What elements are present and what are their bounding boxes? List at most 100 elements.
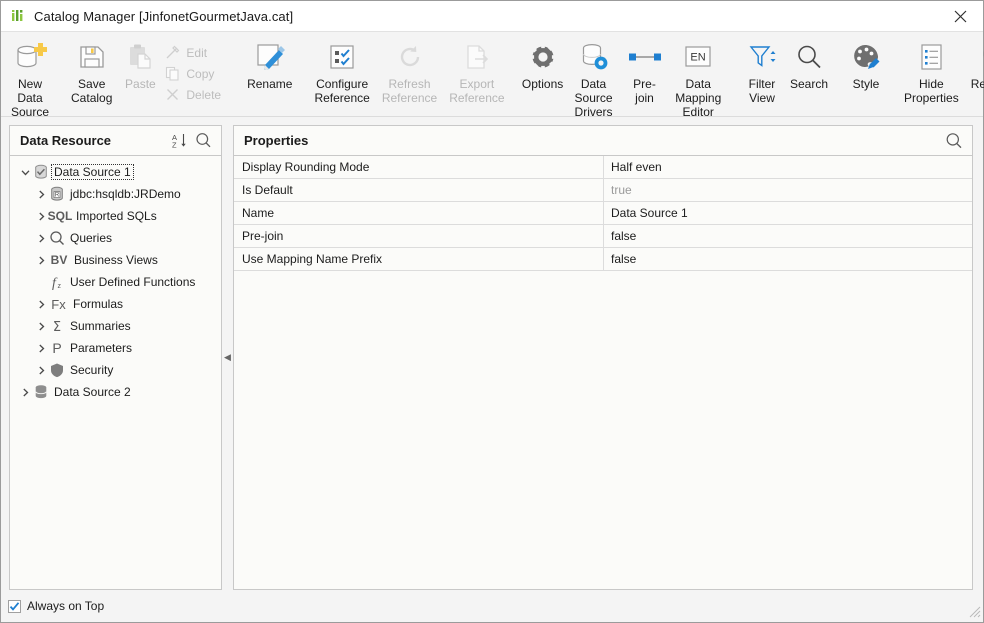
save-catalog-label: Save Catalog bbox=[71, 77, 112, 105]
filter-view-button[interactable]: Filter View bbox=[740, 32, 784, 105]
summary-sigma-icon: Σ bbox=[48, 317, 66, 335]
property-row[interactable]: Display Rounding Mode Half even bbox=[234, 156, 972, 179]
chevron-right-icon[interactable] bbox=[34, 234, 48, 243]
new-data-source-button[interactable]: New Data Source bbox=[5, 32, 55, 119]
toolbar-mini-actions: Edit Copy bbox=[162, 32, 231, 105]
tree-item-jdbc-connection[interactable]: R jdbc:hsqldb:JRDemo bbox=[10, 183, 221, 205]
search-icon[interactable] bbox=[191, 129, 215, 153]
export-reference-button: Export Reference bbox=[443, 32, 510, 105]
property-name: Pre-join bbox=[234, 225, 604, 247]
tree-item-data-source-1[interactable]: Data Source 1 bbox=[10, 161, 221, 183]
chevron-right-icon[interactable] bbox=[34, 190, 48, 199]
property-value[interactable]: Half even bbox=[604, 156, 972, 178]
tree-label: Summaries bbox=[70, 319, 131, 333]
formula-icon: Fx bbox=[48, 295, 69, 313]
close-button[interactable] bbox=[938, 1, 983, 31]
chevron-right-icon[interactable] bbox=[34, 322, 48, 331]
property-name: Display Rounding Mode bbox=[234, 156, 604, 178]
parameter-icon: P bbox=[48, 339, 66, 357]
copy-icon bbox=[164, 65, 181, 82]
toolbar-group-reference: Configure Reference Refresh Reference bbox=[308, 32, 510, 116]
toolbar-group-tools: Options Data Source Drivers bbox=[521, 32, 730, 116]
property-value[interactable]: true bbox=[604, 179, 972, 201]
delete-button: Delete bbox=[162, 84, 227, 105]
data-source-checked-icon bbox=[32, 163, 50, 181]
tree-label: Formulas bbox=[73, 297, 123, 311]
configure-reference-button[interactable]: Configure Reference bbox=[308, 32, 375, 105]
properties-title: Properties bbox=[244, 133, 942, 148]
tree-label: Data Source 1 bbox=[52, 165, 133, 179]
search-label: Search bbox=[790, 77, 828, 91]
options-label: Options bbox=[522, 77, 563, 91]
export-reference-label: Export Reference bbox=[449, 77, 504, 105]
options-button[interactable]: Options bbox=[521, 32, 565, 91]
tree-item-queries[interactable]: Queries bbox=[10, 227, 221, 249]
property-value[interactable]: false bbox=[604, 225, 972, 247]
main-content: Data Resource A Z bbox=[1, 117, 983, 590]
chevron-right-icon[interactable] bbox=[18, 388, 32, 397]
save-catalog-button[interactable]: Save Catalog bbox=[65, 32, 118, 105]
export-reference-icon bbox=[462, 40, 492, 74]
data-resource-panel: Data Resource A Z bbox=[9, 125, 222, 590]
tree-item-data-source-2[interactable]: Data Source 2 bbox=[10, 381, 221, 403]
rename-label: Rename bbox=[247, 77, 292, 91]
data-source-drivers-button[interactable]: Data Source Drivers bbox=[565, 32, 623, 119]
property-value[interactable]: Data Source 1 bbox=[604, 202, 972, 224]
tree-label: Parameters bbox=[70, 341, 132, 355]
data-resource-tree[interactable]: Data Source 1 R jdbc bbox=[10, 156, 221, 589]
panel-splitter[interactable]: ◀ bbox=[222, 125, 233, 590]
resume-button[interactable]: Y Resume bbox=[965, 32, 984, 91]
properties-panel: Properties Display Rounding Mode Half ev… bbox=[233, 125, 973, 590]
chevron-right-icon[interactable] bbox=[34, 366, 48, 375]
tree-item-business-views[interactable]: BV Business Views bbox=[10, 249, 221, 271]
tree-item-user-defined-functions[interactable]: f z User Defined Functions bbox=[10, 271, 221, 293]
search-icon bbox=[794, 40, 824, 74]
paste-label: Paste bbox=[125, 77, 156, 91]
connection-icon: R bbox=[48, 185, 66, 203]
query-icon bbox=[48, 229, 66, 247]
tree-item-security[interactable]: Security bbox=[10, 359, 221, 381]
search-button[interactable]: Search bbox=[784, 32, 834, 91]
copy-button: Copy bbox=[162, 63, 227, 84]
business-view-icon: BV bbox=[48, 251, 70, 269]
chevron-right-icon[interactable] bbox=[34, 300, 48, 309]
property-row[interactable]: Pre-join false bbox=[234, 225, 972, 248]
function-icon: f z bbox=[48, 273, 66, 291]
chevron-right-icon[interactable] bbox=[34, 344, 48, 353]
sort-az-icon[interactable]: A Z bbox=[167, 129, 191, 153]
save-catalog-icon bbox=[77, 40, 107, 74]
data-source-drivers-label: Data Source Drivers bbox=[571, 77, 617, 119]
chevron-right-icon[interactable] bbox=[34, 212, 48, 221]
property-row[interactable]: Use Mapping Name Prefix false bbox=[234, 248, 972, 271]
tree-item-imported-sqls[interactable]: SQL Imported SQLs bbox=[10, 205, 221, 227]
properties-header: Properties bbox=[234, 126, 972, 156]
tree-item-summaries[interactable]: Σ Summaries bbox=[10, 315, 221, 337]
resize-grip-icon[interactable] bbox=[967, 604, 981, 621]
properties-grid[interactable]: Display Rounding Mode Half even Is Defau… bbox=[234, 156, 972, 589]
always-on-top-checkbox[interactable] bbox=[8, 600, 21, 613]
rename-button[interactable]: Rename bbox=[241, 32, 298, 91]
paste-button: Paste bbox=[118, 32, 162, 91]
property-row[interactable]: Is Default true bbox=[234, 179, 972, 202]
data-mapping-editor-button[interactable]: EN Data Mapping Editor bbox=[667, 32, 730, 119]
tree-item-parameters[interactable]: P Parameters bbox=[10, 337, 221, 359]
data-source-icon bbox=[32, 383, 50, 401]
property-value[interactable]: false bbox=[604, 248, 972, 270]
svg-text:R: R bbox=[55, 193, 60, 199]
tree-item-formulas[interactable]: Fx Formulas bbox=[10, 293, 221, 315]
sql-icon: SQL bbox=[48, 207, 72, 225]
property-row[interactable]: Name Data Source 1 bbox=[234, 202, 972, 225]
toolbar-group-file: New Data Source bbox=[5, 32, 55, 116]
bar-chart-icon bbox=[10, 8, 26, 24]
collapse-left-panel-arrow[interactable]: ◀ bbox=[224, 353, 231, 362]
formula-abbr: Fx bbox=[51, 297, 65, 312]
style-button[interactable]: Style bbox=[844, 32, 888, 91]
chevron-down-icon[interactable] bbox=[18, 168, 32, 177]
chevron-right-icon[interactable] bbox=[34, 256, 48, 265]
always-on-top-label: Always on Top bbox=[27, 599, 104, 613]
hide-properties-button[interactable]: Hide Properties bbox=[898, 32, 965, 105]
pre-join-button[interactable]: Pre-join bbox=[623, 32, 667, 105]
filter-view-label: Filter View bbox=[749, 77, 776, 105]
search-icon[interactable] bbox=[942, 129, 966, 153]
copy-label: Copy bbox=[186, 67, 214, 81]
